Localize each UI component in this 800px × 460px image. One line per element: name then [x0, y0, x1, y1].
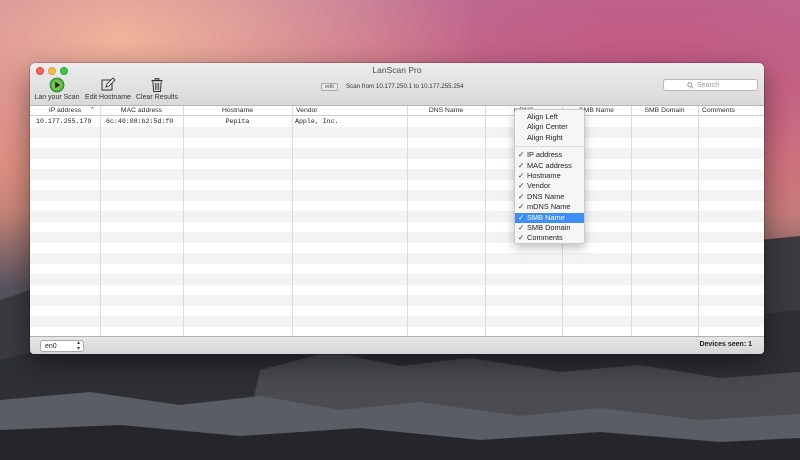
table-row-empty — [30, 232, 764, 243]
menu-item-label: Hostname — [527, 170, 561, 180]
table-row-empty — [30, 295, 764, 306]
checkmark-icon: ✓ — [518, 212, 525, 222]
play-circle-icon — [49, 77, 65, 93]
menu-item-label: Comments — [527, 233, 563, 243]
scan-button-label: Lan your Scan — [34, 94, 80, 101]
column-header-hostname[interactable]: Hostname — [183, 106, 292, 116]
column-divider[interactable] — [631, 106, 632, 336]
pencil-square-icon — [101, 77, 116, 91]
checkmark-icon: ✓ — [518, 233, 525, 243]
checkmark-icon: ✓ — [518, 191, 525, 201]
column-divider[interactable] — [183, 106, 184, 336]
checkmark-icon: ✓ — [518, 181, 525, 191]
sort-ascending-icon: ^ — [91, 107, 94, 113]
table-row-empty — [30, 243, 764, 254]
cell-ip-address: 10.177.255.179 — [36, 117, 92, 125]
table-row-empty — [30, 148, 764, 159]
menu-item-comments[interactable]: ✓ Comments — [515, 233, 584, 243]
window-title: LanScan Pro — [372, 65, 422, 75]
menu-item-label: MAC address — [527, 160, 572, 170]
clear-results-label: Clear Results — [135, 94, 178, 101]
edit-hostname-button[interactable]: Edit Hostname — [84, 77, 132, 101]
menu-separator — [515, 146, 584, 148]
checkmark-icon: ✓ — [518, 160, 525, 170]
app-window: LanScan Pro Lan your Scan Edit Hostname — [30, 63, 764, 354]
table-row-empty — [30, 316, 764, 327]
table-row-empty — [30, 159, 764, 170]
menu-item-label: Align Right — [527, 132, 563, 142]
toolbar: LanScan Pro Lan your Scan Edit Hostname — [30, 63, 764, 106]
column-divider[interactable] — [485, 106, 486, 336]
interface-select[interactable]: en0 ▴ ▾ — [40, 340, 84, 352]
menu-item-align-left[interactable]: Align Left — [515, 112, 584, 122]
column-header-mac-address[interactable]: MAC address — [100, 106, 183, 116]
table-row-empty — [30, 306, 764, 317]
menu-item-label: SMB Domain — [527, 222, 571, 232]
menu-item-mac-address[interactable]: ✓ MAC address — [515, 161, 584, 171]
table-row-empty — [30, 180, 764, 191]
search-field[interactable]: Search — [663, 79, 758, 91]
column-header-ip-address[interactable]: IP address — [30, 106, 100, 116]
edit-range-button[interactable]: edit — [321, 83, 338, 91]
column-header-dns-name[interactable]: DNS Name — [407, 106, 485, 116]
magnifier-icon — [687, 82, 694, 89]
search-placeholder: Search — [697, 82, 720, 89]
scan-button[interactable]: Lan your Scan — [34, 77, 80, 101]
scan-range-text: Scan from 10.177.250.1 to 10.177.255.254 — [346, 83, 464, 90]
menu-item-align-center[interactable]: Align Center — [515, 122, 584, 132]
menu-item-dns-name[interactable]: ✓ DNS Name — [515, 192, 584, 202]
table-row-empty — [30, 190, 764, 201]
trash-icon — [151, 78, 163, 92]
table-row-empty — [30, 274, 764, 285]
checkmark-icon: ✓ — [518, 170, 525, 180]
column-header-smb-domain[interactable]: SMB Domain — [631, 106, 698, 116]
checkmark-icon: ✓ — [518, 150, 525, 160]
column-header-vendor[interactable]: Vendor — [292, 106, 407, 116]
table-row-empty — [30, 138, 764, 149]
menu-item-ip-address[interactable]: ✓ IP address — [515, 150, 584, 160]
table-row-empty — [30, 127, 764, 138]
column-divider[interactable] — [100, 106, 101, 336]
menu-item-label: DNS Name — [527, 191, 565, 201]
column-divider[interactable] — [407, 106, 408, 336]
interface-select-value: en0 — [45, 343, 57, 350]
edit-hostname-label: Edit Hostname — [85, 94, 131, 101]
menu-item-label: Vendor — [527, 181, 551, 191]
table-row-empty — [30, 201, 764, 212]
table-row-empty — [30, 169, 764, 180]
column-header-comments[interactable]: Comments — [698, 106, 764, 116]
cell-hostname: Pepita — [225, 117, 250, 125]
table-row-empty — [30, 327, 764, 337]
updown-chevron-icon: ▴ ▾ — [76, 340, 80, 352]
menu-item-label: SMB Name — [527, 212, 565, 222]
menu-item-smb-domain[interactable]: ✓ SMB Domain — [515, 223, 584, 233]
column-divider[interactable] — [698, 106, 699, 336]
status-bar: en0 ▴ ▾ Devices seen: 1 — [30, 336, 764, 354]
table-row-empty — [30, 264, 764, 275]
table-row-empty — [30, 211, 764, 222]
table-header: IP address ^ MAC address Hostname Vendor… — [30, 106, 764, 116]
device-table: IP address ^ MAC address Hostname Vendor… — [30, 106, 764, 336]
devices-seen-count: Devices seen: 1 — [699, 341, 752, 348]
table-row[interactable]: 10.177.255.179 6c:40:08:b2:5d:f0 Pepita … — [30, 117, 764, 128]
menu-item-label: Align Center — [527, 122, 568, 132]
checkmark-icon: ✓ — [518, 222, 525, 232]
table-row-empty — [30, 285, 764, 296]
menu-item-label: mDNS Name — [527, 202, 571, 212]
table-row-empty — [30, 222, 764, 233]
menu-item-label: Align Left — [527, 112, 558, 121]
menu-item-label: IP address — [527, 150, 563, 160]
menu-item-vendor[interactable]: ✓ Vendor — [515, 181, 584, 191]
menu-item-smb-name[interactable]: ✓ SMB Name — [515, 212, 584, 223]
column-context-menu: Align Left Align Center Align Right ✓ IP … — [514, 109, 585, 244]
menu-item-mdns-name[interactable]: ✓ mDNS Name — [515, 202, 584, 212]
cell-mac-address: 6c:40:08:b2:5d:f0 — [106, 117, 174, 125]
table-row-empty — [30, 253, 764, 264]
menu-item-hostname[interactable]: ✓ Hostname — [515, 171, 584, 181]
checkmark-icon: ✓ — [518, 202, 525, 212]
cell-vendor: Apple, Inc. — [295, 117, 339, 125]
column-divider[interactable] — [292, 106, 293, 336]
menu-item-align-right[interactable]: Align Right — [515, 133, 584, 143]
clear-results-button[interactable]: Clear Results — [134, 77, 180, 101]
